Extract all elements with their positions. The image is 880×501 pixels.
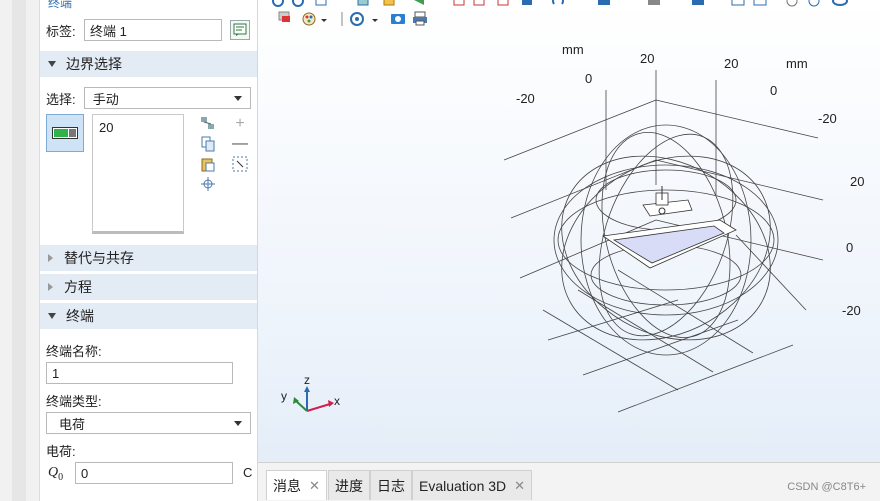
tab-evaluation-3d[interactable]: Evaluation 3D ✕	[412, 470, 533, 500]
tick-label: -20	[818, 111, 837, 126]
label-field-label: 标签:	[46, 23, 76, 39]
expand-right-icon	[48, 254, 53, 262]
tick-label: 20	[850, 174, 864, 189]
expand-right-icon	[48, 283, 53, 291]
tick-label: -20	[842, 303, 861, 318]
triad-x-label: x	[334, 394, 340, 408]
section-title: 终端	[66, 308, 94, 324]
terminal-type-dropdown[interactable]: 电荷	[46, 412, 251, 434]
terminal-name-label: 终端名称:	[46, 344, 102, 359]
watermark: CSDN @C8T6+	[787, 481, 866, 493]
charge-symbol-subscript: 0	[58, 471, 64, 483]
axis-unit-label: mm	[786, 56, 808, 71]
tab-messages[interactable]: 消息 ✕	[266, 470, 327, 500]
label-input[interactable]: 终端 1	[84, 19, 222, 41]
tab-progress[interactable]: 进度	[328, 470, 370, 500]
note-icon[interactable]	[230, 20, 250, 40]
terminal-type-value: 电荷	[59, 416, 86, 432]
activate-selection-button[interactable]	[46, 114, 84, 152]
3d-viewport[interactable]: mm 0 -20 20 20 mm 0 -20 20 0 -20 z x y	[258, 0, 880, 462]
vertical-scrollbar[interactable]	[12, 0, 26, 501]
label-input-value: 终端 1	[90, 23, 127, 39]
panel-title: 终端	[48, 0, 73, 10]
axis-unit-label: mm	[562, 42, 584, 57]
selection-dropdown[interactable]: 手动	[83, 87, 251, 109]
chevron-down-icon	[234, 420, 242, 426]
tab-label: 进度	[335, 477, 363, 494]
equation-section[interactable]: 方程	[40, 274, 257, 300]
tab-label: Evaluation 3D	[419, 477, 507, 494]
crosshair-icon[interactable]	[200, 176, 216, 192]
label-row: 标签: 终端 1	[46, 19, 251, 41]
section-title: 方程	[64, 279, 92, 295]
charge-symbol: Q0	[48, 465, 63, 483]
clipboard-icon[interactable]	[200, 156, 216, 172]
terminal-name-input[interactable]: 1	[46, 362, 233, 384]
paste-selection-icon[interactable]	[200, 116, 216, 132]
triad-y-label: y	[281, 389, 287, 403]
tick-label: 0	[770, 83, 777, 98]
collapse-down-icon	[48, 313, 56, 319]
close-icon[interactable]: ✕	[309, 478, 320, 494]
coordinate-triad: z x y	[281, 373, 340, 412]
selection-list[interactable]: 20	[92, 114, 184, 234]
tick-label: 0	[585, 71, 592, 86]
charge-unit: C	[243, 465, 253, 480]
terminal-section[interactable]: 终端	[40, 303, 257, 329]
override-section[interactable]: 替代与共存	[40, 245, 257, 271]
add-icon[interactable]: +	[232, 115, 248, 132]
terminal-type-label: 终端类型:	[46, 394, 102, 409]
close-icon[interactable]: ✕	[514, 478, 525, 494]
toggle-switch-icon	[52, 127, 78, 139]
boundary-selection-section[interactable]: 边界选择	[40, 51, 257, 77]
charge-value: 0	[81, 465, 89, 481]
tab-log[interactable]: 日志	[370, 470, 412, 500]
charge-input[interactable]: 0	[75, 462, 233, 484]
chevron-down-icon	[234, 95, 242, 101]
selection-row: 选择: 手动	[46, 87, 251, 109]
tick-label: 20	[640, 51, 654, 66]
remove-icon[interactable]: —	[232, 135, 248, 152]
selection-value: 手动	[92, 91, 119, 107]
section-title: 替代与共存	[64, 250, 134, 266]
outer-gutter	[0, 0, 40, 501]
tab-label: 日志	[377, 477, 405, 494]
charge-symbol-letter: Q	[48, 465, 59, 480]
tick-label: 0	[846, 240, 853, 255]
section-title: 边界选择	[66, 56, 122, 72]
settings-panel: 终端 标签: 终端 1 边界选择 选择: 手动 20 + — 替代与共存 方程 …	[40, 0, 258, 501]
collapse-down-icon	[48, 61, 56, 67]
list-item[interactable]: 20	[99, 120, 177, 135]
graphics-window[interactable]: mm 0 -20 20 20 mm 0 -20 20 0 -20 z x y	[258, 0, 880, 462]
terminal-name-value: 1	[52, 365, 60, 381]
tab-label: 消息	[273, 477, 301, 494]
tick-label: -20	[516, 91, 535, 106]
tick-label: 20	[724, 56, 738, 71]
charge-label: 电荷:	[46, 444, 76, 459]
selection-label: 选择:	[46, 91, 76, 107]
copy-icon[interactable]	[200, 136, 216, 152]
antenna-model[interactable]	[601, 186, 737, 269]
triad-z-label: z	[304, 373, 310, 387]
zoom-selection-icon[interactable]	[232, 156, 248, 172]
